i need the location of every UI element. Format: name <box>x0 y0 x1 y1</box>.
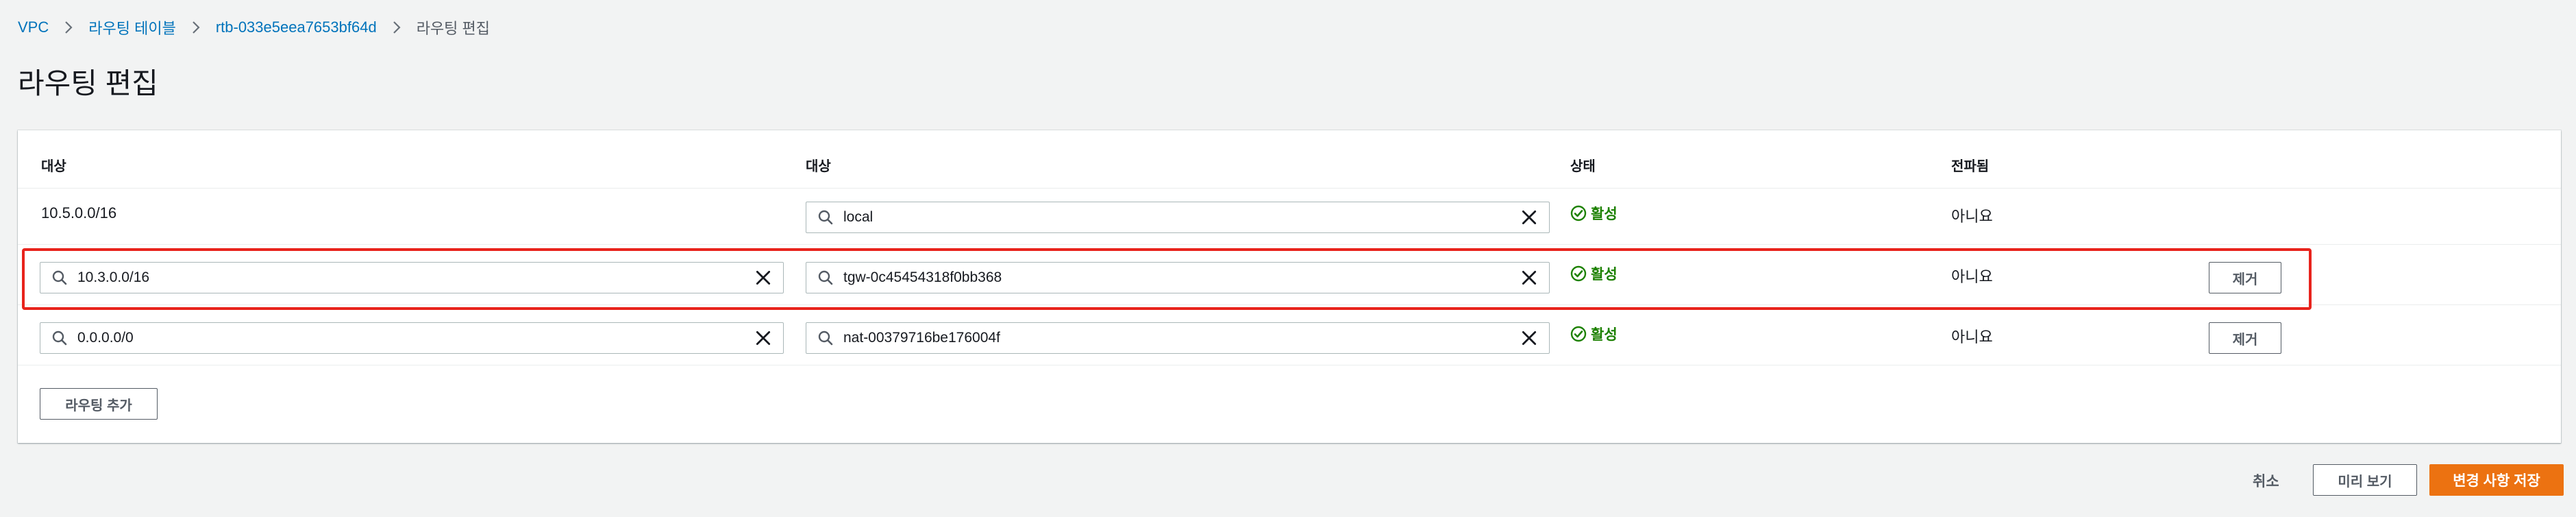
propagated-text: 아니요 <box>1951 208 1993 225</box>
clear-icon[interactable] <box>1520 208 1538 226</box>
breadcrumb-current: 라우팅 편집 <box>416 20 491 37</box>
save-changes-button[interactable]: 변경 사항 저장 <box>2429 464 2564 496</box>
add-route-button[interactable]: 라우팅 추가 <box>40 388 158 420</box>
search-icon <box>818 210 833 225</box>
clear-icon[interactable] <box>1520 269 1538 287</box>
column-header-target: 대상 <box>806 159 831 174</box>
clear-icon[interactable] <box>1520 329 1538 347</box>
destination-value: 10.3.0.0/16 <box>77 269 150 285</box>
chevron-right-icon <box>191 21 201 34</box>
check-circle-icon <box>1570 326 1587 342</box>
preview-button[interactable]: 미리 보기 <box>2313 464 2417 496</box>
propagated-text: 아니요 <box>1951 328 1993 346</box>
search-icon <box>52 270 67 285</box>
destination-text: 10.5.0.0/16 <box>41 204 117 221</box>
breadcrumb-route-tables-link[interactable]: 라우팅 테이블 <box>88 16 176 38</box>
chevron-right-icon <box>64 21 73 34</box>
destination-value: 0.0.0.0/0 <box>77 330 134 346</box>
clear-icon[interactable] <box>754 329 772 347</box>
check-circle-icon <box>1570 205 1587 221</box>
destination-input[interactable]: 0.0.0.0/0 <box>40 322 784 354</box>
destination-input[interactable]: 10.3.0.0/16 <box>40 262 784 293</box>
breadcrumb-vpc-link[interactable]: VPC <box>18 19 49 36</box>
target-value: nat-00379716be176004f <box>843 330 1000 346</box>
status-badge: 활성 <box>1570 324 1618 344</box>
row-divider <box>18 188 2561 189</box>
column-header-status: 상태 <box>1570 159 1596 174</box>
column-header-propagated: 전파됨 <box>1951 159 1990 174</box>
target-input[interactable]: nat-00379716be176004f <box>806 322 1550 354</box>
remove-button[interactable]: 제거 <box>2209 322 2281 354</box>
row-divider <box>18 304 2561 305</box>
column-header-destination: 대상 <box>41 159 66 174</box>
search-icon <box>818 270 833 285</box>
remove-button[interactable]: 제거 <box>2209 262 2281 293</box>
target-value: tgw-0c45454318f0bb368 <box>843 269 1002 285</box>
search-icon <box>818 330 833 346</box>
status-text: 활성 <box>1591 267 1618 282</box>
cancel-button[interactable]: 취소 <box>2253 470 2279 491</box>
breadcrumb-route-table-id-link[interactable]: rtb-033e5eea7653bf64d <box>216 19 377 36</box>
search-icon <box>52 330 67 346</box>
page-title: 라우팅 편집 <box>18 67 158 99</box>
target-value: local <box>843 209 874 225</box>
propagated-text: 아니요 <box>1951 268 1993 285</box>
check-circle-icon <box>1570 265 1587 282</box>
status-badge: 활성 <box>1570 263 1618 284</box>
row-divider <box>18 244 2561 245</box>
status-text: 활성 <box>1591 327 1618 343</box>
clear-icon[interactable] <box>754 269 772 287</box>
target-input[interactable]: local <box>806 202 1550 233</box>
status-badge: 활성 <box>1570 203 1618 224</box>
chevron-right-icon <box>392 21 401 34</box>
routes-panel: 대상 대상 상태 전파됨 10.5.0.0/16 local 활성 아니요 10… <box>18 130 2561 443</box>
target-input[interactable]: tgw-0c45454318f0bb368 <box>806 262 1550 293</box>
status-text: 활성 <box>1591 206 1618 222</box>
breadcrumb: VPC 라우팅 테이블 rtb-033e5eea7653bf64d 라우팅 편집 <box>18 18 490 37</box>
